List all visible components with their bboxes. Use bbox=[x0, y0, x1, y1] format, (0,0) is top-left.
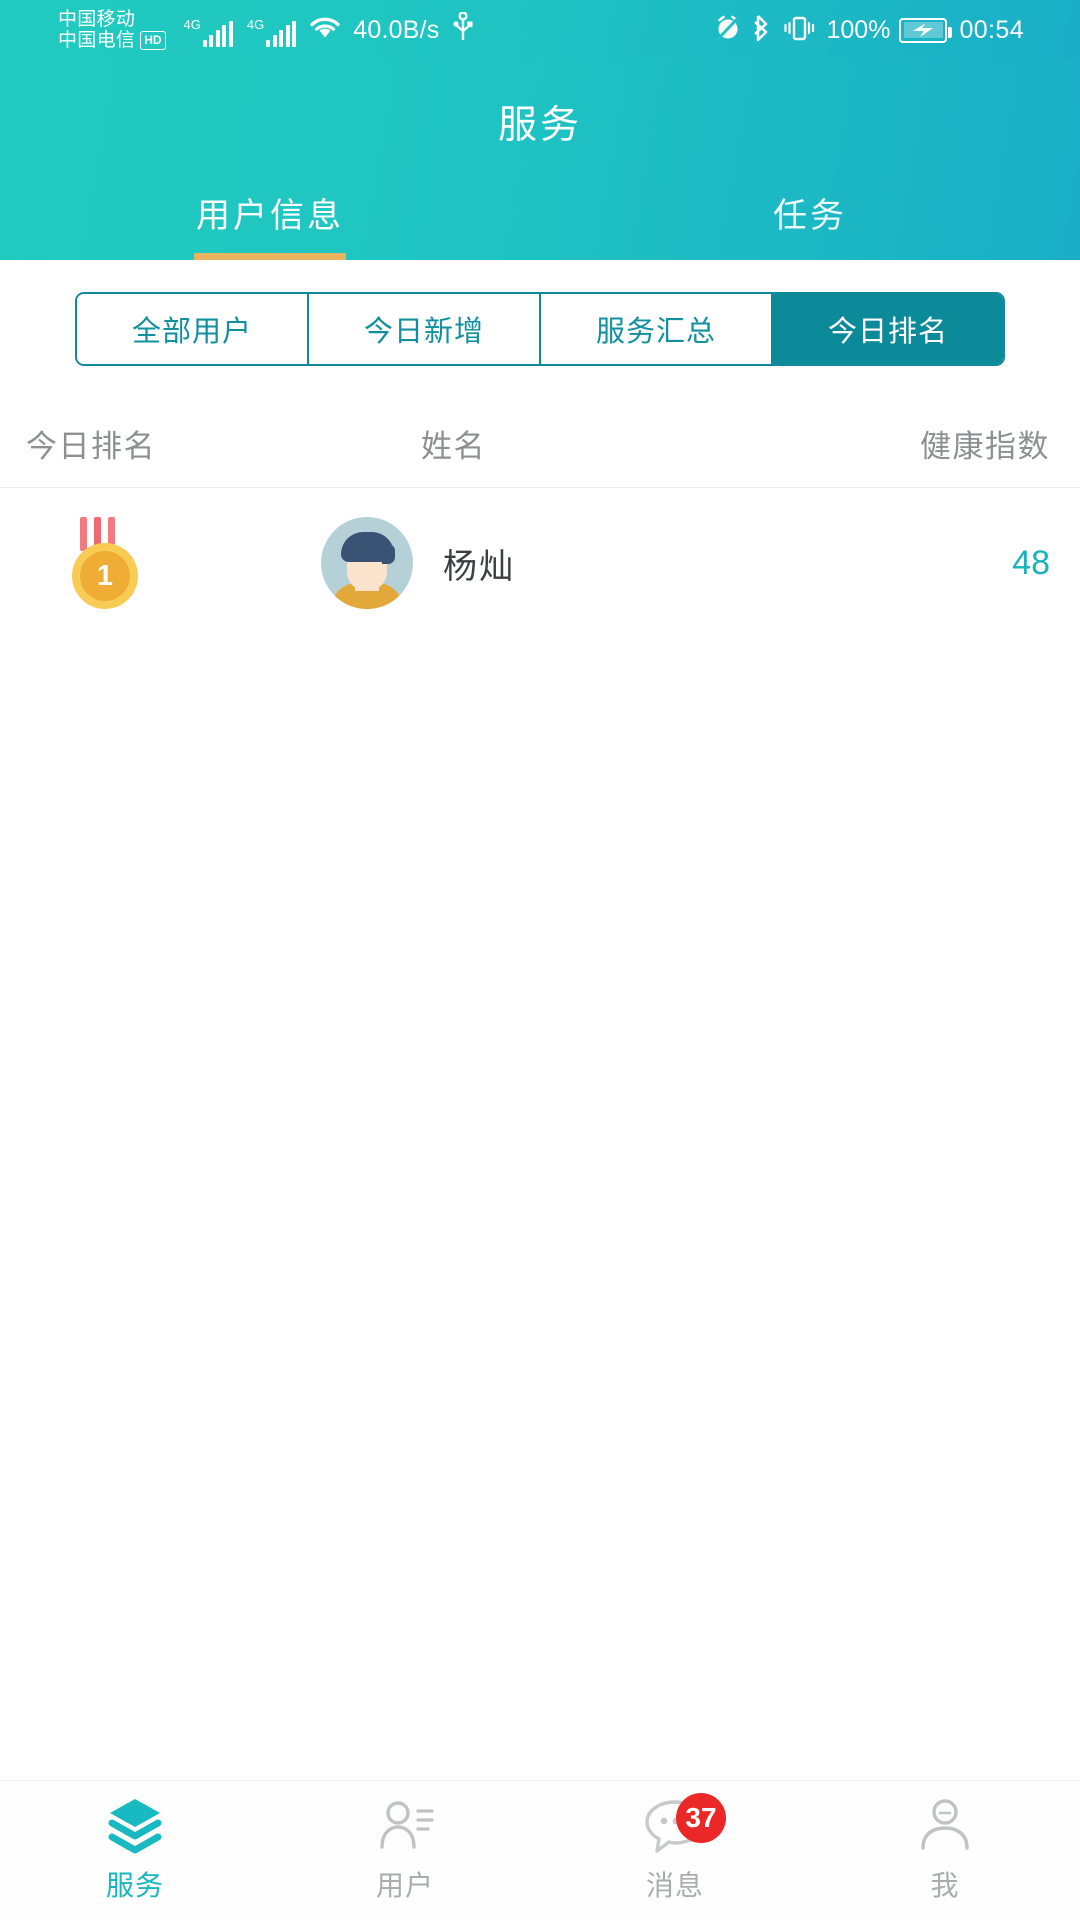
nav-item-service-label: 服务 bbox=[105, 1870, 164, 1901]
segment-new-today-label: 今日新增 bbox=[363, 316, 484, 348]
medal-rank-number: 1 bbox=[96, 559, 114, 592]
network-type-label-1: 4G bbox=[183, 17, 201, 32]
signal-bars-icon bbox=[202, 21, 233, 47]
segment-service-summary[interactable]: 服务汇总 bbox=[541, 294, 773, 364]
network-speed-label: 40.0B/s bbox=[353, 15, 440, 44]
person-icon bbox=[914, 1797, 976, 1855]
app-header: 服务 用户信息 任务 bbox=[0, 60, 1080, 260]
carrier-info: 中国移动 中国电信 HD bbox=[58, 9, 166, 52]
column-header-name: 姓名 bbox=[421, 429, 486, 464]
wifi-icon bbox=[308, 13, 342, 46]
column-header-rank: 今日排名 bbox=[26, 429, 156, 464]
message-badge: 37 bbox=[676, 1793, 726, 1843]
tab-tasks[interactable]: 任务 bbox=[540, 184, 1080, 260]
clock-label: 00:54 bbox=[959, 15, 1024, 44]
tab-tasks-label: 任务 bbox=[773, 197, 847, 235]
page-title: 服务 bbox=[497, 104, 582, 147]
header-tabs: 用户信息 任务 bbox=[0, 184, 1080, 260]
tab-user-info-label: 用户信息 bbox=[196, 197, 344, 235]
network-type-label-2: 4G bbox=[246, 17, 265, 32]
bluetooth-icon bbox=[751, 13, 773, 48]
hd-badge: HD bbox=[140, 31, 166, 50]
usb-icon bbox=[452, 11, 474, 47]
chat-bubble-icon: 37 bbox=[644, 1793, 726, 1855]
nav-item-users-label: 用户 bbox=[375, 1870, 434, 1901]
signal-group-1: 4G bbox=[184, 18, 233, 47]
user-avatar-icon bbox=[321, 517, 413, 609]
battery-charging-icon bbox=[899, 17, 953, 43]
cell-score: 48 bbox=[1012, 543, 1050, 582]
signal-group-2: 4G bbox=[246, 17, 297, 47]
gold-medal-icon: 1 bbox=[68, 517, 142, 609]
alarm-muted-icon bbox=[714, 14, 742, 47]
user-list-icon bbox=[374, 1797, 436, 1855]
signal-bars-icon bbox=[266, 21, 297, 47]
table-row[interactable]: 1 杨灿 48 bbox=[0, 488, 1080, 638]
nav-item-profile[interactable]: 我 bbox=[810, 1781, 1080, 1920]
nav-item-users[interactable]: 用户 bbox=[270, 1781, 540, 1920]
table-header-row: 今日排名 姓名 健康指数 bbox=[0, 400, 1080, 488]
segment-today-ranking[interactable]: 今日排名 bbox=[773, 294, 1003, 364]
cell-name: 杨灿 bbox=[321, 517, 651, 609]
carrier-primary-label: 中国移动 bbox=[58, 8, 136, 30]
segment-service-summary-label: 服务汇总 bbox=[595, 316, 716, 348]
nav-item-service[interactable]: 服务 bbox=[0, 1781, 270, 1920]
nav-item-messages-label: 消息 bbox=[645, 1870, 704, 1901]
filter-bar: 全部用户 今日新增 服务汇总 今日排名 bbox=[0, 260, 1080, 366]
segment-all-users-label: 全部用户 bbox=[131, 316, 252, 348]
carrier-secondary-label: 中国电信 bbox=[58, 30, 136, 51]
segment-new-today[interactable]: 今日新增 bbox=[309, 294, 541, 364]
nav-item-profile-label: 我 bbox=[930, 1870, 960, 1901]
segmented-control: 全部用户 今日新增 服务汇总 今日排名 bbox=[75, 292, 1005, 366]
vibrate-icon bbox=[782, 13, 816, 48]
segment-all-users[interactable]: 全部用户 bbox=[77, 294, 309, 364]
bottom-navigation: 服务 用户 37 消息 我 bbox=[0, 1780, 1080, 1920]
battery-percent-label: 100% bbox=[826, 15, 891, 44]
user-name-label: 杨灿 bbox=[443, 547, 515, 586]
tab-active-underline bbox=[194, 253, 346, 260]
column-header-score: 健康指数 bbox=[920, 429, 1050, 464]
nav-item-messages[interactable]: 37 消息 bbox=[540, 1781, 810, 1920]
signal-indicators: 4G 4G bbox=[184, 13, 343, 47]
tab-user-info[interactable]: 用户信息 bbox=[0, 184, 540, 260]
status-right-group: 100% 00:54 bbox=[714, 0, 1024, 60]
status-bar: 中国移动 中国电信 HD 4G 4G 40.0B/s 100% 00:54 bbox=[0, 0, 1080, 60]
segment-today-ranking-label: 今日排名 bbox=[827, 316, 948, 348]
layers-icon bbox=[104, 1797, 166, 1855]
